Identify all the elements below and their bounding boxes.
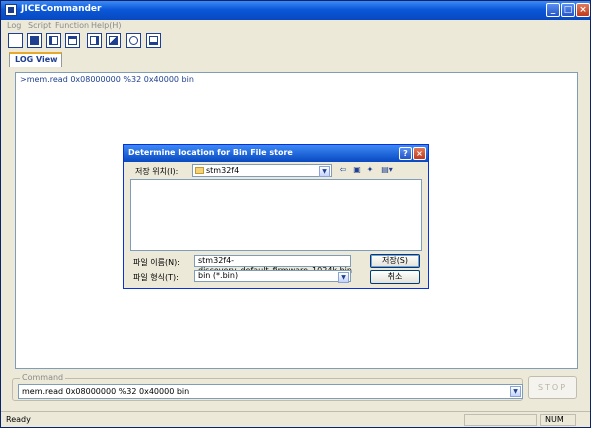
chevron-down-icon[interactable]: ▼ bbox=[319, 166, 330, 177]
title-bar[interactable]: JICECommander _ □ × bbox=[1, 1, 590, 20]
window-title: JICECommander bbox=[21, 4, 102, 14]
dialog-title: Determine location for Bin File store bbox=[128, 148, 293, 157]
status-pane-empty bbox=[464, 414, 537, 426]
dialog-title-bar[interactable]: Determine location for Bin File store ? … bbox=[124, 145, 428, 162]
script-icon[interactable] bbox=[46, 33, 61, 48]
new-folder-icon[interactable]: ✦ bbox=[365, 165, 375, 175]
help-button[interactable]: ? bbox=[399, 147, 412, 160]
view-menu-icon[interactable]: ▤▾ bbox=[379, 165, 395, 175]
folder-icon bbox=[195, 167, 204, 174]
status-bar: Ready NUM bbox=[1, 411, 590, 427]
log-line: >mem.read 0x08000000 %32 0x40000 bin bbox=[20, 75, 194, 84]
command-group: Command mem.read 0x08000000 %32 0x40000 … bbox=[12, 373, 523, 401]
minimize-button[interactable]: _ bbox=[546, 3, 560, 17]
status-text: Ready bbox=[6, 415, 31, 424]
image-icon[interactable] bbox=[106, 33, 121, 48]
back-icon[interactable]: ⇦ bbox=[338, 165, 348, 175]
dialog-close-button[interactable]: × bbox=[413, 147, 426, 160]
up-folder-icon[interactable]: ▣ bbox=[352, 165, 362, 175]
chevron-down-icon[interactable]: ▼ bbox=[510, 386, 521, 397]
app-icon bbox=[5, 4, 17, 16]
tab-log-view[interactable]: LOG View bbox=[9, 52, 62, 67]
filename-input[interactable]: stm32f4-discovery_default_firmware_1024k… bbox=[194, 255, 352, 275]
command-input[interactable]: mem.read 0x08000000 %32 0x40000 bin ▼ bbox=[18, 384, 523, 399]
list-icon[interactable] bbox=[65, 33, 80, 48]
toolbar bbox=[1, 32, 590, 49]
new-icon[interactable] bbox=[8, 33, 23, 48]
save-dialog: Determine location for Bin File store ? … bbox=[123, 144, 429, 289]
menu-function[interactable]: Function bbox=[55, 21, 89, 30]
menu-bar: Log Script Function Help(H) bbox=[1, 20, 590, 32]
menu-log[interactable]: Log bbox=[7, 21, 21, 30]
window-icon[interactable] bbox=[146, 33, 161, 48]
filetype-label: 파일 형식(T): bbox=[133, 273, 179, 282]
filename-label: 파일 이름(N): bbox=[133, 258, 180, 267]
cancel-button[interactable]: 취소 bbox=[370, 270, 420, 284]
filetype-value: bin (*.bin) bbox=[198, 271, 239, 280]
filetype-select[interactable]: bin (*.bin) ▼ bbox=[194, 270, 351, 283]
command-value: mem.read 0x08000000 %32 0x40000 bin bbox=[22, 387, 190, 396]
maximize-button[interactable]: □ bbox=[561, 3, 575, 17]
status-num: NUM bbox=[540, 414, 576, 426]
target-icon[interactable] bbox=[126, 33, 141, 48]
command-legend: Command bbox=[20, 373, 66, 382]
close-button[interactable]: × bbox=[576, 3, 590, 17]
stop-button[interactable]: STOP bbox=[528, 376, 577, 399]
d-icon[interactable] bbox=[87, 33, 102, 48]
file-list[interactable] bbox=[130, 179, 422, 251]
chevron-down-icon[interactable]: ▼ bbox=[338, 272, 349, 283]
lookin-label: 저장 위치(I): bbox=[135, 167, 179, 176]
menu-help[interactable]: Help(H) bbox=[91, 21, 122, 30]
lookin-combo[interactable]: stm32f4 ▼ bbox=[192, 164, 332, 177]
save-button[interactable]: 저장(S) bbox=[370, 254, 420, 268]
menu-script[interactable]: Script bbox=[28, 21, 51, 30]
lookin-value: stm32f4 bbox=[206, 166, 240, 175]
save-icon[interactable] bbox=[27, 33, 42, 48]
